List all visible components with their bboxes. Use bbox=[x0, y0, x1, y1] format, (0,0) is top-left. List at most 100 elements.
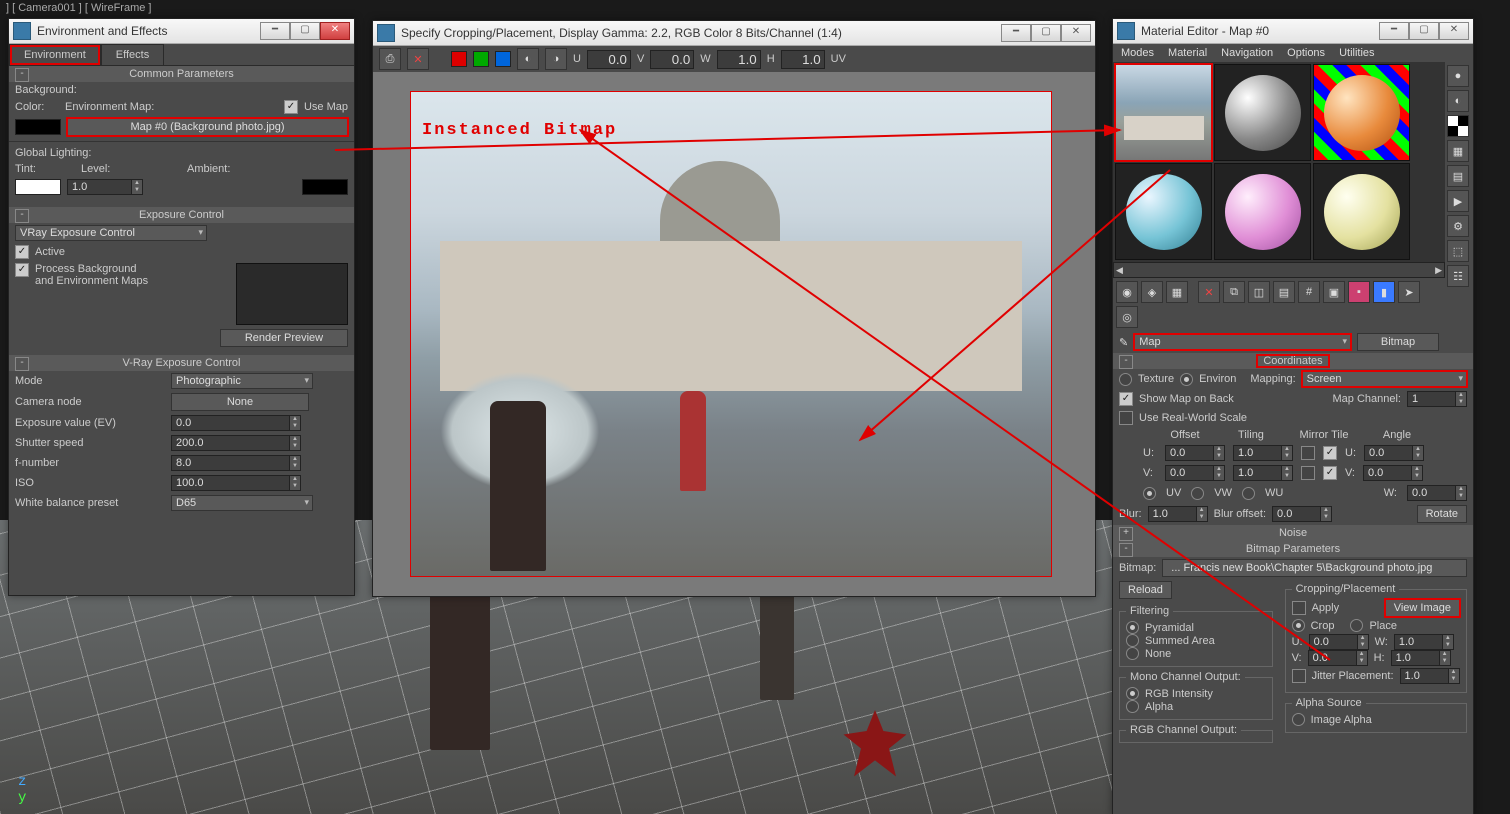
sample-slot-2[interactable] bbox=[1214, 64, 1311, 161]
wb-select[interactable]: D65 bbox=[171, 495, 313, 511]
show-end-result-icon[interactable]: ▪ bbox=[1348, 281, 1370, 303]
get-material-icon[interactable]: ◉ bbox=[1116, 281, 1138, 303]
use-map-checkbox[interactable]: ✓ bbox=[284, 100, 298, 114]
make-preview-icon[interactable]: ▶ bbox=[1447, 190, 1469, 212]
jitter-spinner[interactable]: 1.0▲▼ bbox=[1400, 668, 1460, 684]
cp-v-spinner[interactable]: 0.0▲▼ bbox=[1308, 650, 1368, 666]
crop-image-canvas[interactable]: Instanced Bitmap bbox=[410, 91, 1052, 577]
close-button[interactable]: ✕ bbox=[320, 22, 350, 40]
u-tile-checkbox[interactable]: ✓ bbox=[1323, 446, 1337, 460]
vw-radio[interactable] bbox=[1191, 487, 1204, 500]
menu-navigation[interactable]: Navigation bbox=[1221, 47, 1273, 59]
background-icon[interactable] bbox=[1447, 115, 1469, 137]
sample-slot-6[interactable] bbox=[1313, 163, 1410, 260]
menu-material[interactable]: Material bbox=[1168, 47, 1207, 59]
apply-checkbox[interactable] bbox=[1292, 601, 1306, 615]
channel-g-icon[interactable] bbox=[473, 51, 489, 67]
process-bg-checkbox[interactable]: ✓ bbox=[15, 263, 29, 277]
bluroffset-spinner[interactable]: 0.0▲▼ bbox=[1272, 506, 1332, 522]
h-input[interactable] bbox=[781, 50, 825, 69]
sample-uv-icon[interactable]: ▦ bbox=[1447, 140, 1469, 162]
shutter-spinner[interactable]: 200.0▲▼ bbox=[171, 435, 301, 451]
minimize-button[interactable]: ━ bbox=[1001, 24, 1031, 42]
make-unique-icon[interactable]: ◫ bbox=[1248, 281, 1270, 303]
v-input[interactable] bbox=[650, 50, 694, 69]
background-color-swatch[interactable] bbox=[15, 119, 61, 135]
ambient-swatch[interactable] bbox=[302, 179, 348, 195]
w-input[interactable] bbox=[717, 50, 761, 69]
delete-icon[interactable]: ✕ bbox=[407, 48, 429, 70]
u-angle-spinner[interactable]: 0.0▲▼ bbox=[1364, 445, 1424, 461]
tint-swatch[interactable] bbox=[15, 179, 61, 195]
pick-from-object-icon[interactable]: ◎ bbox=[1116, 306, 1138, 328]
minimize-button[interactable]: ━ bbox=[1379, 22, 1409, 40]
group-coordinates[interactable]: - Coordinates bbox=[1113, 353, 1473, 369]
mono-icon[interactable]: ◑ bbox=[545, 48, 567, 70]
sample-type-icon[interactable]: ● bbox=[1447, 65, 1469, 87]
close-button[interactable]: ✕ bbox=[1439, 22, 1469, 40]
sample-slot-5[interactable] bbox=[1214, 163, 1311, 260]
options-icon[interactable]: ⚙ bbox=[1447, 215, 1469, 237]
collapse-toggle[interactable]: - bbox=[1119, 355, 1133, 369]
map-type-button[interactable]: Bitmap bbox=[1357, 333, 1439, 351]
menu-utilities[interactable]: Utilities bbox=[1339, 47, 1374, 59]
wu-radio[interactable] bbox=[1242, 487, 1255, 500]
v-angle-spinner[interactable]: 0.0▲▼ bbox=[1363, 465, 1423, 481]
u-input[interactable] bbox=[587, 50, 631, 69]
filter-summed-radio[interactable] bbox=[1126, 634, 1139, 647]
map-name-select[interactable]: Map bbox=[1134, 334, 1351, 350]
channel-b-icon[interactable] bbox=[495, 51, 511, 67]
v-mirror-checkbox[interactable] bbox=[1301, 466, 1315, 480]
place-radio[interactable] bbox=[1350, 619, 1363, 632]
make-copy-icon[interactable]: ⧉ bbox=[1223, 281, 1245, 303]
level-spinner[interactable]: 1.0▲▼ bbox=[67, 179, 143, 195]
backlight-icon[interactable]: ◐ bbox=[1447, 90, 1469, 112]
filter-pyramidal-radio[interactable] bbox=[1126, 621, 1139, 634]
close-button[interactable]: ✕ bbox=[1061, 24, 1091, 42]
group-vray-exposure[interactable]: - V-Ray Exposure Control bbox=[9, 355, 354, 371]
mono-alpha-radio[interactable] bbox=[1126, 700, 1139, 713]
active-checkbox[interactable]: ✓ bbox=[15, 245, 29, 259]
expand-toggle[interactable]: + bbox=[1119, 527, 1133, 541]
select-by-material-icon[interactable]: ⬚ bbox=[1447, 240, 1469, 262]
fnumber-spinner[interactable]: 8.0▲▼ bbox=[171, 455, 301, 471]
mapping-select[interactable]: Screen bbox=[1302, 371, 1467, 387]
video-check-icon[interactable]: ▤ bbox=[1447, 165, 1469, 187]
v-offset-spinner[interactable]: 0.0▲▼ bbox=[1165, 465, 1225, 481]
me-titlebar[interactable]: Material Editor - Map #0 ━ ▢ ✕ bbox=[1113, 19, 1473, 44]
material-editor-window[interactable]: Material Editor - Map #0 ━ ▢ ✕ Modes Mat… bbox=[1112, 18, 1474, 814]
print-icon[interactable]: ⎙ bbox=[379, 48, 401, 70]
exposure-plugin-select[interactable]: VRay Exposure Control bbox=[15, 225, 207, 241]
matid-icon[interactable]: # bbox=[1298, 281, 1320, 303]
reload-button[interactable]: Reload bbox=[1119, 581, 1172, 599]
tab-effects[interactable]: Effects bbox=[101, 44, 164, 65]
put-to-library-icon[interactable]: ▤ bbox=[1273, 281, 1295, 303]
cp-h-spinner[interactable]: 1.0▲▼ bbox=[1391, 650, 1451, 666]
sample-slot-1[interactable] bbox=[1115, 64, 1212, 161]
collapse-toggle[interactable]: - bbox=[15, 357, 29, 371]
sample-scrollbar[interactable]: ◀▶ bbox=[1113, 262, 1445, 278]
group-bitmap-parameters[interactable]: - Bitmap Parameters bbox=[1113, 541, 1473, 557]
texture-radio[interactable] bbox=[1119, 373, 1132, 386]
cp-w-spinner[interactable]: 1.0▲▼ bbox=[1394, 634, 1454, 650]
mode-select[interactable]: Photographic bbox=[171, 373, 313, 389]
uv-radio[interactable] bbox=[1143, 487, 1156, 500]
u-mirror-checkbox[interactable] bbox=[1301, 446, 1315, 460]
alpha-image-radio[interactable] bbox=[1292, 713, 1305, 726]
filter-none-radio[interactable] bbox=[1126, 647, 1139, 660]
alpha-icon[interactable]: ◐ bbox=[517, 48, 539, 70]
bitmap-path-button[interactable]: ... Francis new Book\Chapter 5\Backgroun… bbox=[1162, 559, 1467, 577]
blur-spinner[interactable]: 1.0▲▼ bbox=[1148, 506, 1208, 522]
crop-rectangle[interactable] bbox=[410, 91, 1052, 577]
go-forward-icon[interactable]: ➤ bbox=[1398, 281, 1420, 303]
go-to-parent-icon[interactable]: ▮ bbox=[1373, 281, 1395, 303]
map-channel-spinner[interactable]: 1▲▼ bbox=[1407, 391, 1467, 407]
view-image-button[interactable]: View Image bbox=[1385, 599, 1460, 617]
collapse-toggle[interactable]: - bbox=[1119, 543, 1133, 557]
channel-r-icon[interactable] bbox=[451, 51, 467, 67]
put-to-scene-icon[interactable]: ◈ bbox=[1141, 281, 1163, 303]
environ-radio[interactable] bbox=[1180, 373, 1193, 386]
sample-slot-3[interactable] bbox=[1313, 64, 1410, 161]
crop-titlebar[interactable]: Specify Cropping/Placement, Display Gamm… bbox=[373, 21, 1095, 46]
u-tiling-spinner[interactable]: 1.0▲▼ bbox=[1233, 445, 1293, 461]
